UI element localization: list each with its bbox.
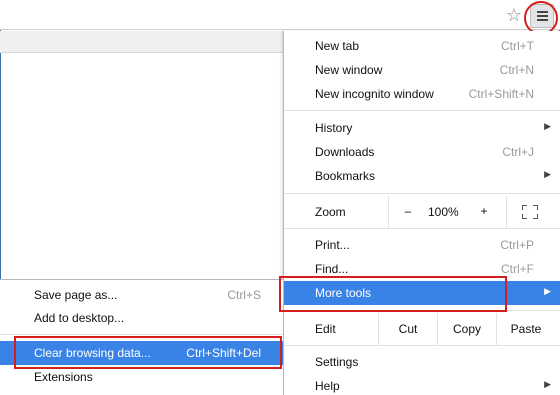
zoom-row: Zoom – 100% + bbox=[284, 196, 560, 228]
menu-item-help[interactable]: Help ▶ bbox=[284, 374, 560, 395]
browser-toolbar: ☆ bbox=[0, 0, 560, 35]
annotation-box-more-tools bbox=[279, 276, 507, 312]
zoom-out-button[interactable]: – bbox=[401, 204, 415, 218]
menu-item-label: New tab bbox=[315, 39, 360, 53]
submenu-arrow-icon: ▶ bbox=[544, 287, 551, 297]
menu-item-label: Bookmarks bbox=[315, 169, 376, 183]
menu-item-label: New incognito window bbox=[315, 87, 434, 101]
submenu-arrow-icon: ▶ bbox=[544, 170, 551, 180]
menu-item-label: Save page as... bbox=[34, 288, 118, 302]
menu-item-downloads[interactable]: Downloads Ctrl+J bbox=[284, 140, 560, 164]
annotation-circle bbox=[524, 1, 558, 35]
menu-item-new-tab[interactable]: New tab Ctrl+T bbox=[284, 34, 560, 58]
chrome-main-menu: New tab Ctrl+T New window Ctrl+N New inc… bbox=[283, 31, 560, 395]
fullscreen-icon[interactable] bbox=[522, 205, 538, 219]
star-icon[interactable]: ☆ bbox=[504, 6, 524, 26]
menu-item-shortcut: Ctrl+F bbox=[501, 262, 534, 276]
menu-separator bbox=[284, 110, 560, 111]
menu-item-bookmarks[interactable]: Bookmarks ▶ bbox=[284, 164, 560, 188]
menu-item-label: Settings bbox=[315, 355, 359, 369]
zoom-level: 100% bbox=[428, 205, 459, 219]
menu-item-label: Help bbox=[315, 379, 340, 393]
page-strip bbox=[0, 31, 283, 53]
menu-item-label: History bbox=[315, 121, 353, 135]
submenu-item-save-page[interactable]: Save page as... Ctrl+S bbox=[0, 283, 283, 307]
copy-button[interactable]: Copy bbox=[438, 322, 496, 336]
menu-item-label: Add to desktop... bbox=[34, 311, 125, 325]
menu-separator bbox=[284, 345, 560, 346]
menu-item-shortcut: Ctrl+N bbox=[499, 63, 534, 77]
edit-label: Edit bbox=[315, 322, 336, 336]
menu-item-history[interactable]: History ▶ bbox=[284, 116, 560, 140]
menu-item-label: Downloads bbox=[315, 145, 375, 159]
menu-item-shortcut: Ctrl+P bbox=[500, 238, 534, 252]
menu-item-new-window[interactable]: New window Ctrl+N bbox=[284, 58, 560, 82]
annotation-box-clear-browsing-data bbox=[14, 336, 282, 369]
menu-separator bbox=[284, 193, 560, 194]
menu-item-label: New window bbox=[315, 63, 383, 77]
submenu-arrow-icon: ▶ bbox=[544, 380, 551, 390]
paste-button[interactable]: Paste bbox=[497, 322, 555, 336]
menu-item-print[interactable]: Print... Ctrl+P bbox=[284, 233, 560, 257]
menu-item-shortcut: Ctrl+S bbox=[227, 288, 261, 302]
menu-item-settings[interactable]: Settings bbox=[284, 350, 560, 374]
menu-item-shortcut: Ctrl+T bbox=[501, 39, 534, 53]
menu-separator bbox=[284, 228, 560, 229]
submenu-arrow-icon: ▶ bbox=[544, 122, 551, 132]
zoom-label: Zoom bbox=[315, 205, 346, 219]
cut-button[interactable]: Cut bbox=[379, 322, 437, 336]
menu-item-shortcut: Ctrl+Shift+N bbox=[468, 87, 534, 101]
submenu-item-add-to-desktop[interactable]: Add to desktop... bbox=[0, 306, 283, 330]
menu-item-label: Extensions bbox=[34, 370, 93, 384]
menu-item-shortcut: Ctrl+J bbox=[502, 145, 534, 159]
menu-item-label: Find... bbox=[315, 262, 349, 276]
menu-separator bbox=[0, 334, 283, 335]
menu-item-new-incognito-window[interactable]: New incognito window Ctrl+Shift+N bbox=[284, 82, 560, 106]
edit-row: Edit Cut Copy Paste bbox=[284, 313, 560, 345]
zoom-in-button[interactable]: + bbox=[477, 204, 491, 218]
menu-item-label: Print... bbox=[315, 238, 350, 252]
